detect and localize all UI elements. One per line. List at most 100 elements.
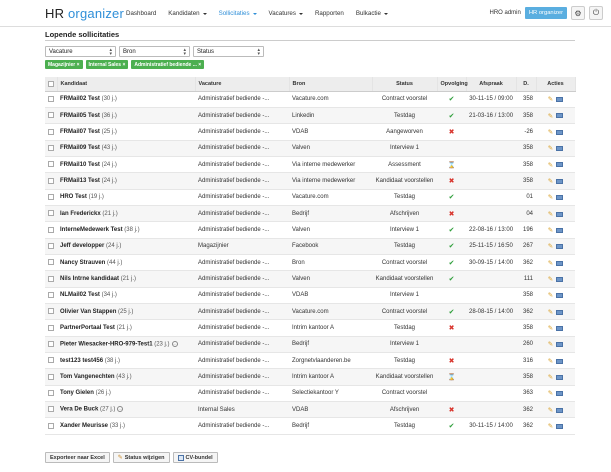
table-row[interactable]: test123 test456 (38 j.) Administratief be… (45, 352, 575, 370)
table-row[interactable]: HRO Test (19 j.) Administratief bediende … (45, 189, 575, 206)
candidate-name[interactable]: Xander Meurisse (60, 423, 108, 429)
mail-icon[interactable] (556, 129, 564, 135)
row-select-cell[interactable] (45, 107, 57, 125)
row-select-cell[interactable] (45, 287, 57, 304)
candidate-cell[interactable]: FRMail07 Test (25 j.) (57, 123, 195, 141)
table-row[interactable]: Ian Frederickx (21 j.) Administratief bed… (45, 205, 575, 223)
app-logo[interactable]: HR organizer (45, 6, 124, 21)
row-checkbox[interactable] (48, 308, 54, 315)
header-d[interactable]: D. (516, 77, 537, 92)
candidate-name[interactable]: FRMail05 Test (60, 113, 100, 119)
pencil-icon[interactable]: ✎ (548, 129, 553, 136)
row-select-cell[interactable] (45, 401, 57, 419)
row-checkbox[interactable] (48, 210, 54, 217)
nav-item-sollicitaties[interactable]: Sollicitaties (213, 0, 263, 27)
mail-icon[interactable] (556, 260, 564, 266)
candidate-name[interactable]: FRMail10 Test (60, 162, 100, 168)
header-opvolging[interactable]: Opvolging (437, 77, 468, 92)
row-checkbox[interactable] (48, 128, 54, 135)
candidate-name[interactable]: Olivier Van Stappen (60, 309, 116, 315)
mail-icon[interactable] (556, 97, 564, 103)
pencil-icon[interactable]: ✎ (548, 276, 553, 283)
candidate-cell[interactable]: test123 test456 (38 j.) (57, 352, 195, 370)
candidate-name[interactable]: test123 test456 (60, 358, 103, 364)
mail-icon[interactable] (556, 195, 564, 201)
close-icon[interactable]: × (121, 62, 125, 68)
candidate-cell[interactable]: HRO Test (19 j.) (57, 189, 195, 206)
candidate-name[interactable]: Nancy Strauven (60, 260, 105, 266)
row-checkbox[interactable] (48, 259, 54, 266)
row-checkbox[interactable] (48, 95, 54, 102)
select-all-header[interactable] (45, 77, 58, 92)
candidate-cell[interactable]: PartnerPortaal Test (21 j.) (57, 319, 195, 337)
candidate-cell[interactable]: FRMail05 Test (36 j.) (57, 107, 195, 125)
row-checkbox[interactable] (48, 242, 54, 249)
mail-icon[interactable] (556, 244, 564, 250)
candidate-cell[interactable]: Nancy Strauven (44 j.) (57, 254, 195, 272)
vacature-select[interactable]: Vacature ▴ ▾ (45, 46, 116, 57)
row-checkbox[interactable] (48, 373, 54, 380)
row-select-cell[interactable] (45, 91, 57, 108)
row-checkbox[interactable] (48, 341, 54, 348)
user-name[interactable]: HRO admin (490, 10, 521, 16)
nav-item-dashboard[interactable]: Dashboard (120, 0, 162, 27)
candidate-cell[interactable]: FRMail13 Test (24 j.) (57, 172, 195, 190)
candidate-name[interactable]: Ian Frederickx (60, 211, 101, 217)
header-kandidaat[interactable]: Kandidaat (57, 77, 196, 92)
pencil-icon[interactable]: ✎ (548, 390, 553, 397)
candidate-name[interactable]: FRMail02 Test (60, 96, 100, 102)
row-checkbox[interactable] (48, 422, 54, 429)
candidate-name[interactable]: Nils Intrne kandidaat (60, 276, 119, 282)
row-select-cell[interactable] (45, 140, 57, 157)
table-row[interactable]: FRMail07 Test (25 j.) Administratief bedi… (45, 123, 575, 141)
candidate-cell[interactable]: Nils Intrne kandidaat (21 j.) (57, 270, 195, 288)
candidate-name[interactable]: Tom Vangenechten (60, 374, 115, 380)
candidate-name[interactable]: HRO Test (60, 194, 87, 200)
mail-icon[interactable] (556, 162, 564, 168)
pencil-icon[interactable]: ✎ (548, 309, 553, 316)
mail-icon[interactable] (556, 342, 564, 348)
pencil-icon[interactable]: ✎ (548, 358, 553, 365)
mail-icon[interactable] (556, 325, 564, 331)
row-checkbox[interactable] (48, 406, 54, 413)
candidate-cell[interactable]: FRMail09 Test (43 j.) (57, 140, 195, 157)
filter-chip[interactable]: Magazijnier × (45, 60, 83, 69)
power-icon[interactable]: ⏻ (589, 6, 603, 20)
row-select-cell[interactable] (45, 352, 57, 370)
candidate-cell[interactable]: Tom Vangenechten (43 j.) (57, 368, 195, 386)
table-row[interactable]: Pieter Wiesacker-HRO-979-Test1 (23 j.)… A… (45, 336, 575, 354)
row-select-cell[interactable] (45, 205, 57, 223)
hr-organizer-badge[interactable]: HR organizer (524, 7, 567, 19)
table-row[interactable]: Nils Intrne kandidaat (21 j.) Administrat… (45, 270, 575, 288)
close-icon[interactable]: × (197, 62, 201, 68)
candidate-name[interactable]: FRMail13 Test (60, 178, 100, 184)
candidate-name[interactable]: Vera De Buck (60, 407, 98, 413)
table-row[interactable]: Xander Meurisse (33 j.) Administratief be… (45, 417, 575, 435)
mail-icon[interactable] (556, 423, 564, 429)
table-row[interactable]: InterneMedewerk Test (38 j.) Administrati… (45, 221, 575, 239)
row-select-cell[interactable] (45, 319, 57, 337)
mail-icon[interactable] (556, 178, 564, 184)
table-row[interactable]: Tom Vangenechten (43 j.) Administratief b… (45, 368, 575, 386)
nav-item-vacatures[interactable]: Vacatures (263, 0, 309, 27)
select-all-checkbox[interactable] (48, 80, 54, 87)
pencil-icon[interactable]: ✎ (548, 227, 553, 234)
mail-icon[interactable] (556, 227, 564, 233)
mail-icon[interactable] (556, 407, 564, 413)
row-checkbox[interactable] (48, 275, 54, 282)
table-row[interactable]: PartnerPortaal Test (21 j.) Administratie… (45, 319, 575, 337)
mail-icon[interactable] (556, 146, 564, 152)
mail-icon[interactable] (556, 211, 564, 217)
mail-icon[interactable] (556, 113, 564, 119)
table-row[interactable]: FRMail13 Test (24 j.) Administratief bedi… (45, 172, 575, 190)
mail-icon[interactable] (556, 391, 564, 397)
row-select-cell[interactable] (45, 417, 57, 435)
cv-bundle-button[interactable]: CV-bundel (172, 452, 218, 463)
pencil-icon[interactable]: ✎ (548, 113, 553, 120)
row-select-cell[interactable] (45, 270, 57, 288)
row-checkbox[interactable] (48, 390, 54, 397)
table-row[interactable]: Vera De Buck (27 j.)… Internal Sales VDAB A… (45, 401, 575, 419)
pencil-icon[interactable]: ✎ (548, 423, 553, 430)
pencil-icon[interactable]: ✎ (548, 145, 553, 152)
pencil-icon[interactable]: ✎ (548, 162, 553, 169)
